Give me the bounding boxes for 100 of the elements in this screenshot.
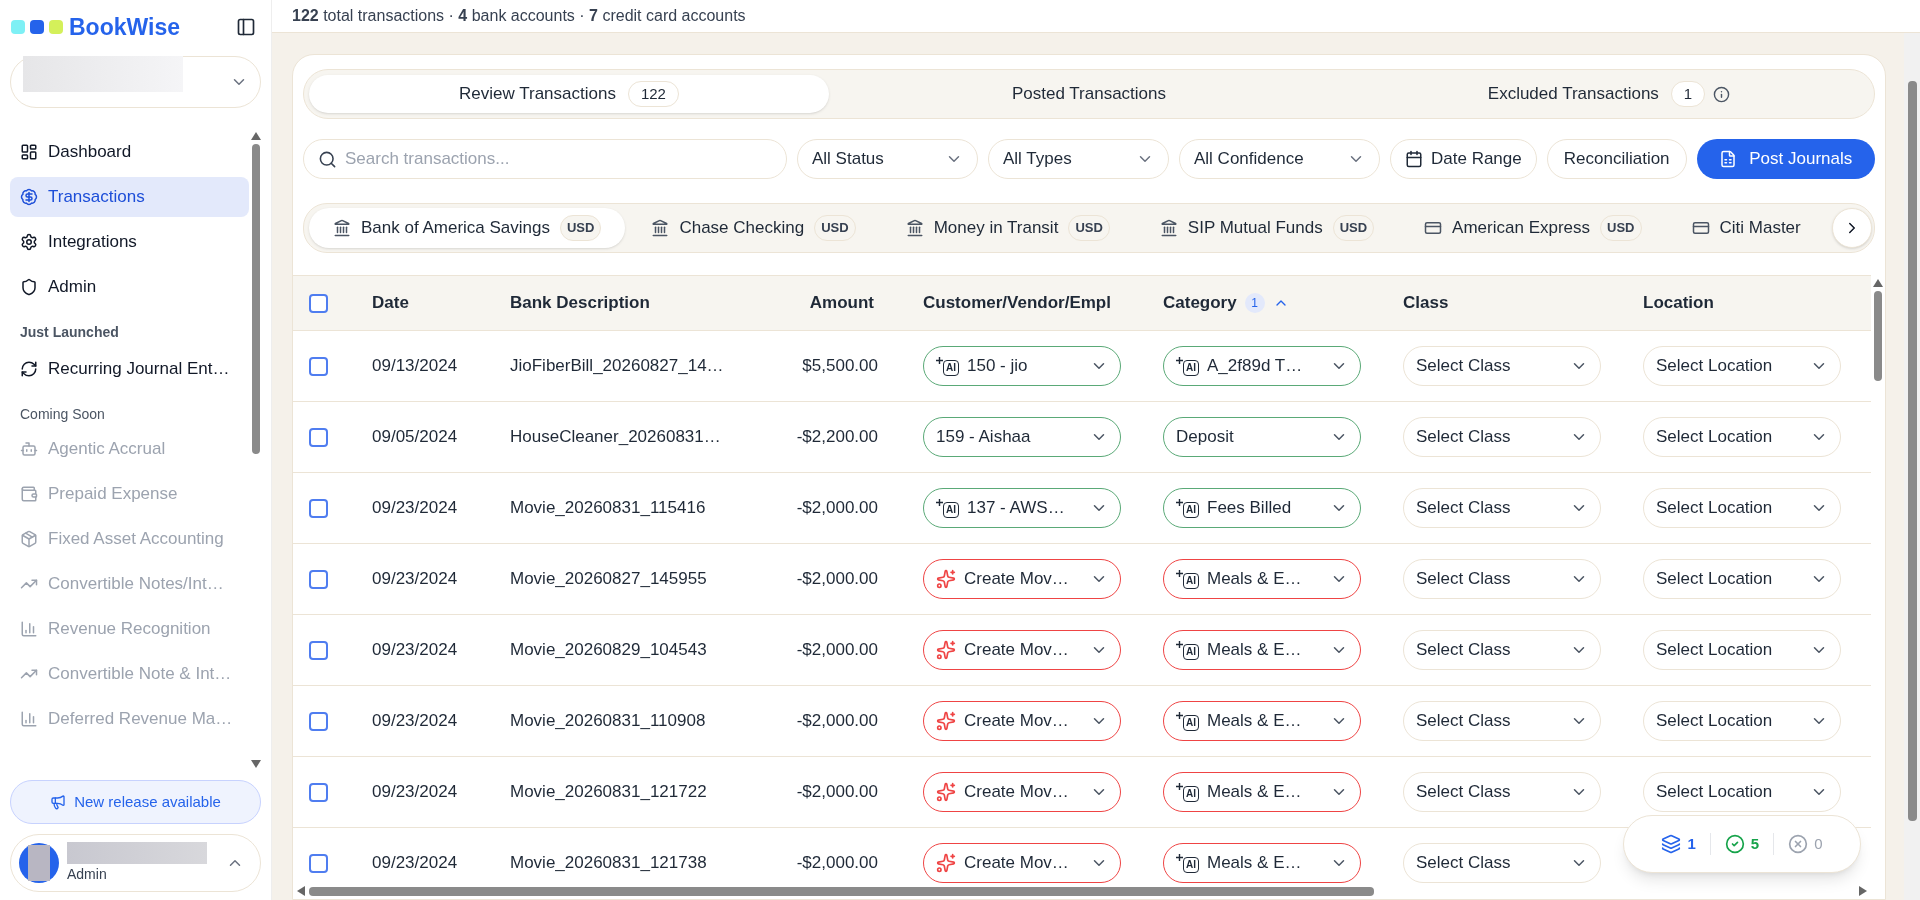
document-icon <box>1719 150 1738 168</box>
logo-icon <box>11 20 63 34</box>
brand-name: BookWise <box>69 12 180 42</box>
scroll-left-icon[interactable] <box>297 886 305 896</box>
checkbox[interactable] <box>309 498 328 518</box>
select-dropdown[interactable]: Create Mov… <box>923 630 1121 670</box>
column-header: Class <box>1403 292 1449 315</box>
select-dropdown[interactable]: AI 137 - AWS… <box>923 488 1121 528</box>
scroll-right-icon[interactable] <box>1859 886 1867 896</box>
select-dropdown[interactable]: Create Mov… <box>923 772 1121 812</box>
select-dropdown[interactable]: AI Meals & E… <box>1163 701 1361 741</box>
post-journals-button[interactable]: Post Journals <box>1696 139 1875 179</box>
sidebar-item[interactable]: Transactions <box>10 177 249 217</box>
sparkle-icon <box>936 853 956 873</box>
select-dropdown[interactable]: Select Class <box>1403 772 1601 812</box>
scroll-thumb[interactable] <box>1907 81 1917 821</box>
ai-tag: AI <box>1183 572 1199 589</box>
select-dropdown[interactable]: Select Class <box>1403 346 1601 386</box>
select-dropdown[interactable]: AI Meals & E… <box>1163 559 1361 599</box>
calendar-icon <box>1405 150 1423 168</box>
tab[interactable]: Excluded Transactions 1 <box>1349 75 1869 113</box>
checkbox[interactable] <box>309 293 328 313</box>
select-dropdown[interactable]: Select Class <box>1403 843 1601 883</box>
sidebar-toggle-icon[interactable] <box>236 17 256 37</box>
credit-card-icon <box>1691 219 1710 237</box>
select-dropdown[interactable]: Select Class <box>1403 559 1601 599</box>
user-card[interactable]: Admin <box>10 834 261 892</box>
checkbox[interactable] <box>309 782 328 802</box>
currency-badge: USD <box>814 215 856 241</box>
scroll-thumb[interactable] <box>252 144 260 454</box>
checkbox[interactable] <box>309 711 328 731</box>
ai-tag: AI <box>1183 501 1199 518</box>
sidebar-item[interactable]: Integrations <box>10 222 249 262</box>
select-dropdown[interactable]: Select Location <box>1643 630 1841 670</box>
scroll-down-icon[interactable] <box>251 760 261 768</box>
select-dropdown[interactable]: Select Class <box>1403 488 1601 528</box>
date-cell-text: 09/23/2024 <box>372 639 459 662</box>
section-heading: Coming Soon <box>19 405 106 424</box>
description-cell-text: Movie_20260831_115416 <box>510 497 707 520</box>
select-dropdown[interactable]: AI 150 - jio <box>923 346 1121 386</box>
sidebar-item[interactable]: Dashboard <box>10 132 249 172</box>
select-dropdown[interactable]: AI Meals & E… <box>1163 843 1361 883</box>
select-dropdown[interactable]: Select Location <box>1643 417 1841 457</box>
select-dropdown[interactable]: Select Class <box>1403 630 1601 670</box>
checkbox[interactable] <box>309 853 328 873</box>
user-role: Admin <box>67 864 108 884</box>
select-dropdown[interactable]: Select Location <box>1643 701 1841 741</box>
account-tab[interactable]: American Express USD <box>1400 208 1666 248</box>
checkbox[interactable] <box>309 427 328 447</box>
account-tab[interactable]: SIP Mutual Funds USD <box>1135 208 1399 248</box>
sparkle-icon <box>1176 569 1183 577</box>
select-dropdown[interactable]: AI A_2f89d T… <box>1163 346 1361 386</box>
megaphone-icon <box>50 794 67 810</box>
select-dropdown[interactable]: AI Meals & E… <box>1163 772 1361 812</box>
checkbox[interactable] <box>309 569 328 589</box>
select-dropdown[interactable]: Select Location <box>1643 346 1841 386</box>
select-dropdown[interactable]: Deposit <box>1163 417 1361 457</box>
select-dropdown[interactable]: Create Mov… <box>923 701 1121 741</box>
new-release-button[interactable]: New release available <box>10 780 261 824</box>
sparkle-icon <box>1176 640 1183 648</box>
date-cell-text: 09/23/2024 <box>372 710 459 733</box>
select-dropdown[interactable]: Select Class <box>1403 417 1601 457</box>
select-dropdown[interactable]: 159 - Aishaa <box>923 417 1121 457</box>
account-tab[interactable]: Money in Transit USD <box>881 208 1134 248</box>
checkbox[interactable] <box>309 640 328 660</box>
wallet-icon <box>20 485 38 503</box>
page-scrollbar[interactable] <box>1904 33 1920 900</box>
select-dropdown[interactable]: Select Class <box>1403 701 1601 741</box>
search-input[interactable]: Search transactions... <box>345 146 772 172</box>
info-icon[interactable] <box>1713 85 1731 103</box>
select-dropdown[interactable]: Create Mov… <box>923 843 1121 883</box>
account-tab[interactable]: Bank of America Savings USD <box>309 208 626 248</box>
date-cell-text: 09/23/2024 <box>372 497 459 520</box>
select-dropdown[interactable]: AI Fees Billed <box>1163 488 1361 528</box>
scroll-up-icon[interactable] <box>251 132 261 140</box>
sparkle-icon <box>936 640 956 660</box>
description-cell-text: Movie_20260831_121722 <box>510 781 708 804</box>
select-dropdown[interactable]: Select Location <box>1643 488 1841 528</box>
account-tab[interactable]: Chase Checking USD <box>627 208 880 248</box>
account-tab[interactable]: Citi Master <box>1667 208 1825 248</box>
bar-chart-icon <box>20 620 38 638</box>
scroll-thumb[interactable] <box>309 886 1374 896</box>
sidebar-item[interactable]: Admin <box>10 267 249 307</box>
section-heading: Just Launched <box>19 323 120 342</box>
sidebar-scrollbar[interactable] <box>251 132 261 768</box>
tab[interactable]: Posted Transactions <box>829 75 1349 113</box>
checkbox[interactable] <box>309 356 328 376</box>
select-dropdown[interactable]: Select Location <box>1643 559 1841 599</box>
select-dropdown[interactable]: Select Location <box>1643 772 1841 812</box>
sparkle-icon <box>1176 782 1183 790</box>
amount-cell-text: -$2,000.00 <box>796 781 878 804</box>
credit-card-icon <box>1424 219 1443 237</box>
select-dropdown[interactable]: Create Mov… <box>923 559 1121 599</box>
scroll-up-icon[interactable] <box>1873 279 1883 287</box>
amount-cell-text: -$2,000.00 <box>796 497 878 520</box>
scroll-thumb[interactable] <box>1874 291 1882 381</box>
select-dropdown[interactable]: AI Meals & E… <box>1163 630 1361 670</box>
tab[interactable]: Review Transactions 122 <box>309 75 829 113</box>
currency-badge: USD <box>560 215 602 241</box>
sidebar-item[interactable]: Recurring Journal Ent… <box>10 349 249 389</box>
